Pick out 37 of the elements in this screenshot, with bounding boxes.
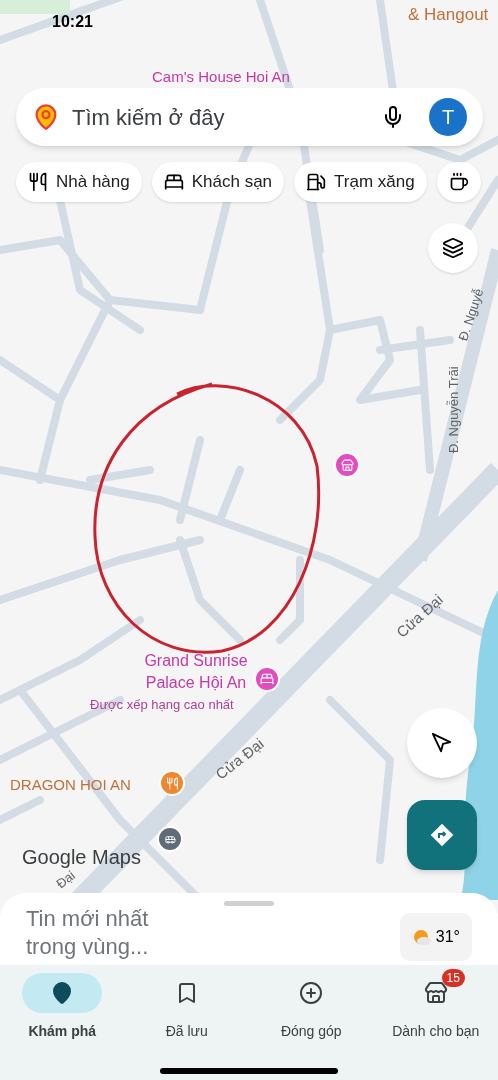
cup-icon	[448, 172, 469, 192]
place-label: & Hangout	[408, 4, 489, 26]
notification-badge: 15	[441, 969, 465, 987]
search-field[interactable]: Tìm kiếm ở đây	[72, 100, 369, 134]
partly-cloudy-icon	[411, 929, 432, 945]
bed-icon	[163, 172, 184, 192]
status-bar-time: 10:21	[52, 12, 93, 32]
bottom-sheet[interactable]: Tin mới nhất trong vùng... 31°	[0, 893, 498, 965]
nav-tab[interactable]: Khám phá	[0, 965, 125, 1042]
street-name-label: Đ. Nguyễ	[454, 285, 488, 344]
nav-tab[interactable]: Đã lưu	[124, 965, 249, 1042]
weather-chip[interactable]: 31°	[399, 913, 472, 961]
category-chip[interactable]: Trạm xăng	[294, 162, 427, 202]
fork-knife-icon	[28, 172, 48, 192]
search-bar[interactable]: Tìm kiếm ở đây T	[16, 88, 483, 146]
category-chip[interactable]: Khách sạn	[151, 162, 285, 202]
place-label: Được xếp hạng cao nhất	[90, 696, 234, 714]
profile-avatar[interactable]: T	[429, 98, 467, 136]
street-name-label: Đ. Nguyễn Trãi	[444, 366, 462, 454]
place-label: DRAGON HOI AN	[10, 775, 131, 795]
plus-circle-icon	[299, 981, 324, 1005]
sheet-title: Tin mới nhất trong vùng...	[26, 905, 150, 961]
directions-button[interactable]	[407, 800, 477, 870]
navigation-arrow-icon	[431, 732, 453, 754]
place-label: Grand Sunrise Palace Hội An	[143, 651, 249, 693]
store-icon	[423, 981, 448, 1005]
drag-handle[interactable]	[224, 901, 274, 906]
nav-tab[interactable]: Đóng góp	[249, 965, 374, 1042]
google-maps-logo: Google Maps	[22, 845, 141, 870]
street-name-label: Đại	[53, 867, 78, 894]
nav-tab[interactable]: Dành cho bạn 15	[373, 965, 498, 1042]
layers-icon	[442, 237, 464, 259]
fuel-pump-icon	[306, 172, 327, 192]
place-label: Cam's House Hoi An	[152, 67, 290, 87]
street-name-label: Cửa Đại	[211, 733, 268, 785]
street-name-label: Cửa Đại	[392, 589, 447, 643]
category-chip[interactable]: Nhà hàng	[16, 162, 142, 202]
